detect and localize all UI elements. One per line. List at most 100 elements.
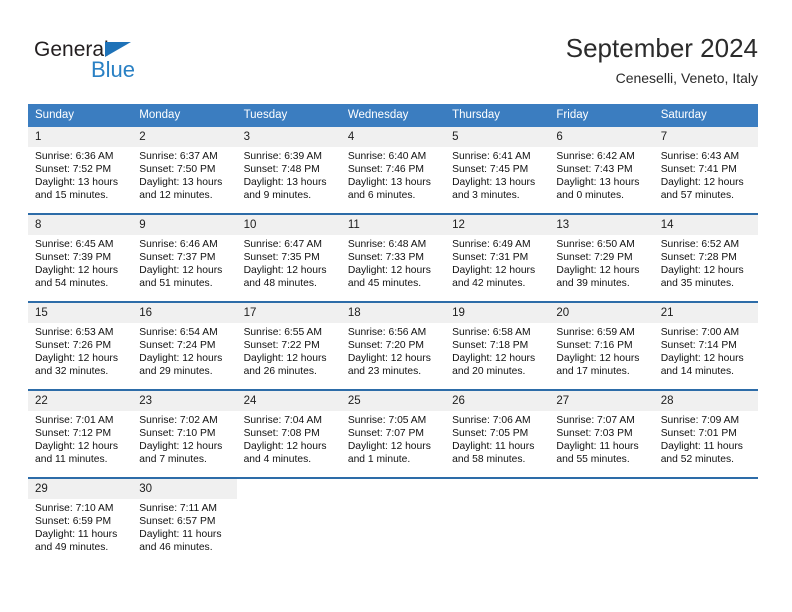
daylight-text-line1: Daylight: 12 hours xyxy=(139,265,223,277)
sunset-text: Sunset: 7:45 PM xyxy=(452,164,529,176)
calendar-day-cell-empty xyxy=(549,477,654,565)
day-number: 21 xyxy=(653,303,758,323)
calendar-day-cell[interactable]: 7 Sunrise: 6:43 AM Sunset: 7:41 PM Dayli… xyxy=(653,127,758,214)
sunset-text: Sunset: 7:14 PM xyxy=(660,340,737,352)
calendar-day-cell[interactable]: 12 Sunrise: 6:49 AM Sunset: 7:31 PM Dayl… xyxy=(445,213,550,302)
calendar-day-cell[interactable]: 27 Sunrise: 7:07 AM Sunset: 7:03 PM Dayl… xyxy=(549,389,654,478)
daylight-text-line2: and 54 minutes. xyxy=(35,278,109,290)
day-number: 10 xyxy=(236,215,341,235)
day-number: 26 xyxy=(445,391,550,411)
calendar-day-cell[interactable]: 30 Sunrise: 7:11 AM Sunset: 6:57 PM Dayl… xyxy=(132,477,237,565)
day-number: 25 xyxy=(340,391,446,411)
sunrise-text: Sunrise: 6:52 AM xyxy=(660,239,740,250)
calendar-day-cell[interactable]: 18 Sunrise: 6:56 AM Sunset: 7:20 PM Dayl… xyxy=(340,301,446,390)
daylight-text-line1: Daylight: 12 hours xyxy=(35,353,118,365)
sunset-text: Sunset: 7:31 PM xyxy=(452,252,529,264)
calendar-day-cell[interactable]: 28 Sunrise: 7:09 AM Sunset: 7:01 PM Dayl… xyxy=(653,389,758,478)
day-details: Sunrise: 6:43 AM Sunset: 7:41 PM Dayligh… xyxy=(654,147,758,202)
calendar-day-cell[interactable]: 19 Sunrise: 6:58 AM Sunset: 7:18 PM Dayl… xyxy=(445,301,550,390)
sunset-text: Sunset: 7:05 PM xyxy=(452,428,529,440)
daylight-text-line1: Daylight: 11 hours xyxy=(139,529,222,541)
general-blue-logo: General Blue xyxy=(34,38,234,86)
calendar-week-row: 1 Sunrise: 6:36 AM Sunset: 7:52 PM Dayli… xyxy=(28,127,758,214)
day-details: Sunrise: 6:42 AM Sunset: 7:43 PM Dayligh… xyxy=(549,147,653,202)
daylight-text-line2: and 57 minutes. xyxy=(660,190,734,202)
calendar-day-cell[interactable]: 17 Sunrise: 6:55 AM Sunset: 7:22 PM Dayl… xyxy=(236,301,341,390)
day-details: Sunrise: 6:52 AM Sunset: 7:28 PM Dayligh… xyxy=(654,235,758,290)
calendar-day-cell[interactable]: 5 Sunrise: 6:41 AM Sunset: 7:45 PM Dayli… xyxy=(445,127,550,214)
day-details: Sunrise: 7:11 AM Sunset: 6:57 PM Dayligh… xyxy=(132,499,236,554)
weekday-header-sunday: Sunday xyxy=(28,104,133,127)
daylight-text-line2: and 23 minutes. xyxy=(347,366,422,378)
day-number: 30 xyxy=(132,479,237,499)
sunrise-text: Sunrise: 6:46 AM xyxy=(139,239,218,250)
calendar-page: General Blue September 2024 Ceneselli, V… xyxy=(0,0,792,612)
day-number: 3 xyxy=(236,127,341,147)
weekday-header-tuesday: Tuesday xyxy=(236,104,341,127)
sunrise-text: Sunrise: 7:02 AM xyxy=(139,415,218,426)
sunrise-text: Sunrise: 6:36 AM xyxy=(35,151,114,162)
day-details: Sunrise: 6:45 AM Sunset: 7:39 PM Dayligh… xyxy=(28,235,132,290)
day-number: 29 xyxy=(28,479,133,499)
calendar-day-cell[interactable]: 9 Sunrise: 6:46 AM Sunset: 7:37 PM Dayli… xyxy=(132,213,237,302)
calendar-day-cell[interactable]: 14 Sunrise: 6:52 AM Sunset: 7:28 PM Dayl… xyxy=(653,213,758,302)
sunset-text: Sunset: 7:24 PM xyxy=(139,340,216,352)
calendar-day-cell[interactable]: 10 Sunrise: 6:47 AM Sunset: 7:35 PM Dayl… xyxy=(236,213,341,302)
calendar-day-cell[interactable]: 26 Sunrise: 7:06 AM Sunset: 7:05 PM Dayl… xyxy=(445,389,550,478)
daylight-text-line1: Daylight: 13 hours xyxy=(452,177,536,189)
calendar-day-cell[interactable]: 24 Sunrise: 7:04 AM Sunset: 7:08 PM Dayl… xyxy=(236,389,341,478)
daylight-text-line1: Daylight: 12 hours xyxy=(243,441,327,453)
sunset-text: Sunset: 7:50 PM xyxy=(139,164,216,176)
daylight-text-line1: Daylight: 12 hours xyxy=(347,353,431,365)
day-details: Sunrise: 6:36 AM Sunset: 7:52 PM Dayligh… xyxy=(28,147,132,202)
daylight-text-line1: Daylight: 12 hours xyxy=(347,441,431,453)
daylight-text-line1: Daylight: 12 hours xyxy=(35,265,118,277)
calendar-day-cell-empty xyxy=(340,477,446,565)
day-number: 4 xyxy=(340,127,446,147)
calendar-day-cell[interactable]: 6 Sunrise: 6:42 AM Sunset: 7:43 PM Dayli… xyxy=(549,127,654,214)
calendar-week-row: 29 Sunrise: 7:10 AM Sunset: 6:59 PM Dayl… xyxy=(28,477,758,565)
sunset-text: Sunset: 6:59 PM xyxy=(35,516,112,528)
day-number: 18 xyxy=(340,303,446,323)
page-header: General Blue September 2024 Ceneselli, V… xyxy=(0,0,792,100)
daylight-text-line2: and 3 minutes. xyxy=(452,190,520,202)
day-details: Sunrise: 6:37 AM Sunset: 7:50 PM Dayligh… xyxy=(132,147,236,202)
daylight-text-line1: Daylight: 12 hours xyxy=(139,441,223,453)
calendar-day-cell[interactable]: 3 Sunrise: 6:39 AM Sunset: 7:48 PM Dayli… xyxy=(236,127,341,214)
logo-text-blue: Blue xyxy=(91,57,136,82)
day-number: 28 xyxy=(653,391,758,411)
daylight-text-line1: Daylight: 13 hours xyxy=(347,177,431,189)
calendar-day-cell[interactable]: 11 Sunrise: 6:48 AM Sunset: 7:33 PM Dayl… xyxy=(340,213,446,302)
day-details: Sunrise: 6:53 AM Sunset: 7:26 PM Dayligh… xyxy=(28,323,132,378)
calendar-day-cell[interactable]: 20 Sunrise: 6:59 AM Sunset: 7:16 PM Dayl… xyxy=(549,301,654,390)
calendar-day-cell[interactable]: 21 Sunrise: 7:00 AM Sunset: 7:14 PM Dayl… xyxy=(653,301,758,390)
calendar-day-cell[interactable]: 29 Sunrise: 7:10 AM Sunset: 6:59 PM Dayl… xyxy=(28,477,133,565)
calendar-day-cell[interactable]: 13 Sunrise: 6:50 AM Sunset: 7:29 PM Dayl… xyxy=(549,213,654,302)
logo-triangle-icon xyxy=(105,42,131,57)
day-number: 19 xyxy=(445,303,550,323)
calendar-day-cell[interactable]: 23 Sunrise: 7:02 AM Sunset: 7:10 PM Dayl… xyxy=(132,389,237,478)
calendar-day-cell[interactable]: 4 Sunrise: 6:40 AM Sunset: 7:46 PM Dayli… xyxy=(340,127,446,214)
calendar-day-cell[interactable]: 16 Sunrise: 6:54 AM Sunset: 7:24 PM Dayl… xyxy=(132,301,237,390)
calendar-day-cell[interactable]: 1 Sunrise: 6:36 AM Sunset: 7:52 PM Dayli… xyxy=(28,127,133,214)
calendar-day-cell[interactable]: 2 Sunrise: 6:37 AM Sunset: 7:50 PM Dayli… xyxy=(132,127,237,214)
sunrise-text: Sunrise: 6:49 AM xyxy=(452,239,531,250)
sunset-text: Sunset: 7:37 PM xyxy=(139,252,216,264)
daylight-text-line2: and 46 minutes. xyxy=(139,542,213,554)
sunset-text: Sunset: 7:39 PM xyxy=(35,252,112,264)
daylight-text-line1: Daylight: 12 hours xyxy=(452,353,536,365)
calendar-body: 1 Sunrise: 6:36 AM Sunset: 7:52 PM Dayli… xyxy=(28,127,758,565)
day-number xyxy=(445,479,550,499)
calendar-day-cell[interactable]: 25 Sunrise: 7:05 AM Sunset: 7:07 PM Dayl… xyxy=(340,389,446,478)
daylight-text-line2: and 55 minutes. xyxy=(556,454,630,466)
day-number: 24 xyxy=(236,391,341,411)
daylight-text-line2: and 17 minutes. xyxy=(556,366,630,378)
daylight-text-line1: Daylight: 12 hours xyxy=(452,265,536,277)
sunrise-text: Sunrise: 7:11 AM xyxy=(139,503,217,514)
daylight-text-line2: and 39 minutes. xyxy=(556,278,630,290)
calendar-day-cell[interactable]: 15 Sunrise: 6:53 AM Sunset: 7:26 PM Dayl… xyxy=(28,301,133,390)
calendar-day-cell[interactable]: 8 Sunrise: 6:45 AM Sunset: 7:39 PM Dayli… xyxy=(28,213,133,302)
calendar-day-cell[interactable]: 22 Sunrise: 7:01 AM Sunset: 7:12 PM Dayl… xyxy=(28,389,133,478)
sunset-text: Sunset: 7:07 PM xyxy=(347,428,424,440)
daylight-text-line2: and 26 minutes. xyxy=(243,366,317,378)
